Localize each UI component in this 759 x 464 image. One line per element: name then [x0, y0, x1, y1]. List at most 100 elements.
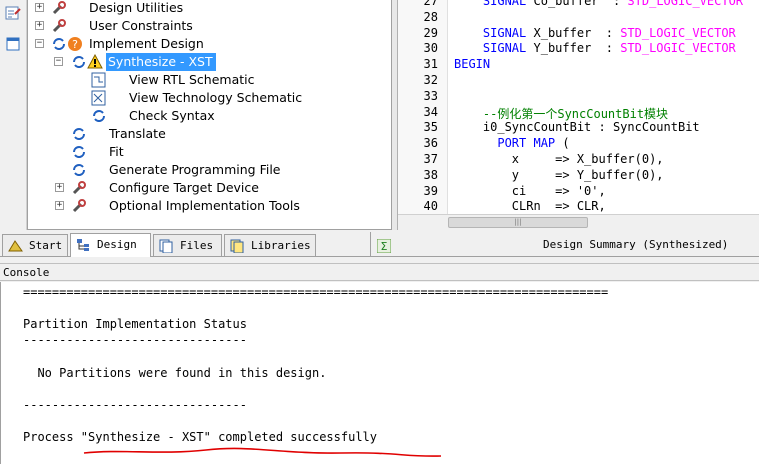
tree-item-design-utilities[interactable]: + Design Utilities: [28, 0, 391, 17]
type-name: STD_LOGIC_VECTOR: [620, 25, 736, 40]
tree-item-generate-programming-file[interactable]: Generate Programming File: [28, 161, 391, 179]
tree-item-optional-implementation-tools[interactable]: + Optional Implementation Tools: [28, 197, 391, 215]
horizontal-scrollbar[interactable]: |||: [398, 214, 759, 230]
tree-item-implement-design[interactable]: − ? Implement Design: [28, 35, 391, 53]
design-hierarchy-icon: [76, 238, 91, 252]
code-text: y => Y_buffer(0),: [511, 167, 664, 182]
line-number: 29: [423, 25, 438, 40]
schematic-icon: [91, 72, 107, 88]
files-icon: [159, 239, 174, 254]
tree-item-translate[interactable]: Translate: [28, 125, 391, 143]
code-line: ci => '0',: [454, 184, 606, 198]
panel-layout-icon[interactable]: [5, 36, 22, 52]
process-running-icon: [71, 54, 87, 70]
collapse-icon[interactable]: −: [54, 57, 63, 66]
tree-item-label: User Constraints: [89, 18, 193, 33]
tab-libraries[interactable]: Libraries: [224, 234, 316, 256]
console-output[interactable]: ========================================…: [0, 282, 759, 464]
tools-icon: [71, 198, 87, 214]
code-line: --例化第一个SyncCountBit模块: [454, 105, 668, 122]
red-underline-annotation: [83, 447, 442, 457]
scrollbar-thumb[interactable]: |||: [448, 217, 588, 228]
line-number: 33: [423, 88, 438, 103]
code-line: BEGIN: [454, 57, 490, 71]
properties-icon[interactable]: [5, 5, 22, 21]
console-title: Console: [3, 266, 50, 279]
tree-item-synthesize-xst[interactable]: Synthesize - XST: [70, 53, 216, 71]
process-icon: [71, 126, 87, 142]
constraints-icon: [51, 18, 67, 34]
console-line: -------------------------------: [23, 397, 247, 412]
tab-label: Files: [180, 239, 214, 252]
type-name: STD_LOGIC_VECTOR: [620, 41, 736, 56]
tab-start[interactable]: Start: [2, 234, 68, 256]
process-icon: [71, 144, 87, 160]
tree-item-label: Synthesize - XST: [106, 53, 216, 71]
tree-item-label: Optional Implementation Tools: [109, 198, 300, 213]
expand-icon[interactable]: +: [35, 3, 44, 12]
expand-icon[interactable]: +: [35, 21, 44, 30]
tab-design[interactable]: Design: [70, 233, 151, 257]
svg-text:Σ: Σ: [381, 240, 388, 253]
console-line: ========================================…: [23, 285, 609, 299]
left-tab-strip: Start Design Files Libraries: [0, 232, 370, 257]
keyword: SIGNAL: [482, 0, 527, 8]
tree-item-check-syntax[interactable]: Check Syntax: [28, 107, 391, 125]
line-number: 36: [423, 136, 438, 151]
code-line: PORT MAP (: [454, 136, 570, 151]
process-icon: [91, 108, 107, 124]
expand-icon[interactable]: +: [55, 201, 64, 210]
console-line: No Partitions were found in this design.: [23, 365, 327, 380]
code-text: i0_SyncCountBit : SyncCountBit: [482, 120, 700, 135]
sigma-icon: Σ: [376, 238, 392, 254]
line-number: 27: [423, 0, 438, 8]
tree-item-user-constraints[interactable]: + User Constraints: [28, 17, 391, 35]
tree-item-label: Check Syntax: [129, 108, 215, 123]
line-number-gutter: 27 28 29 30 31 32 33 34 35 36 37 38 39 40: [398, 0, 448, 214]
tree-item-fit[interactable]: Fit: [28, 143, 391, 161]
tree-item-label: Design Utilities: [89, 0, 184, 15]
tree-item-label: Translate: [109, 126, 166, 141]
tree-item-label: View Technology Schematic: [129, 90, 303, 105]
code-text: Co_buffer :: [526, 0, 628, 8]
tab-label: Design Summary (Synthesized): [543, 238, 729, 251]
right-tab-strip: Σ Design Summary (Synthesized): [370, 232, 759, 257]
tree-item-view-rtl-schematic[interactable]: View RTL Schematic: [28, 71, 391, 89]
code-line: SIGNAL Co_buffer : STD_LOGIC_VECTOR: [454, 0, 743, 8]
tree-item-view-technology-schematic[interactable]: View Technology Schematic: [28, 89, 391, 107]
collapse-icon[interactable]: −: [35, 39, 44, 48]
code-text: (: [555, 136, 570, 151]
tab-label: Start: [29, 239, 63, 252]
tab-design-summary[interactable]: Σ Design Summary (Synthesized): [371, 233, 759, 257]
line-number: 31: [423, 57, 438, 72]
svg-text:?: ?: [72, 38, 78, 51]
tree-item-label: Configure Target Device: [109, 180, 259, 195]
libraries-icon: [230, 239, 245, 254]
code-line: CLRn => CLR,: [454, 199, 606, 213]
tab-files[interactable]: Files: [153, 234, 222, 256]
console-line: -------------------------------: [23, 333, 247, 348]
console-line: Process "Synthesize - XST" completed suc…: [23, 429, 378, 444]
type-name: STD_LOGIC_VECTOR: [627, 0, 744, 8]
line-number: 37: [423, 152, 438, 166]
expand-icon[interactable]: +: [55, 183, 64, 192]
tree-item-configure-target-device[interactable]: + Configure Target Device: [28, 179, 391, 197]
code-text: X_buffer :: [526, 25, 621, 40]
code-editor[interactable]: 27 28 29 30 31 32 33 34 35 36 37 38 39 40 SIGNAL Co_b…: [398, 0, 759, 230]
code-line: i0_SyncCountBit : SyncCountBit: [454, 120, 700, 134]
console-line: Partition Implementation Status: [23, 317, 247, 332]
code-text: ci => '0',: [511, 183, 606, 198]
comment: --例化第一个SyncCountBit模块: [482, 106, 669, 121]
keyword: SIGNAL: [482, 25, 527, 40]
code-text: Y_buffer :: [526, 41, 621, 56]
line-number: 32: [423, 73, 438, 87]
process-running-icon: [51, 36, 67, 52]
code-line: y => Y_buffer(0),: [454, 168, 664, 182]
process-icon: [71, 162, 87, 178]
